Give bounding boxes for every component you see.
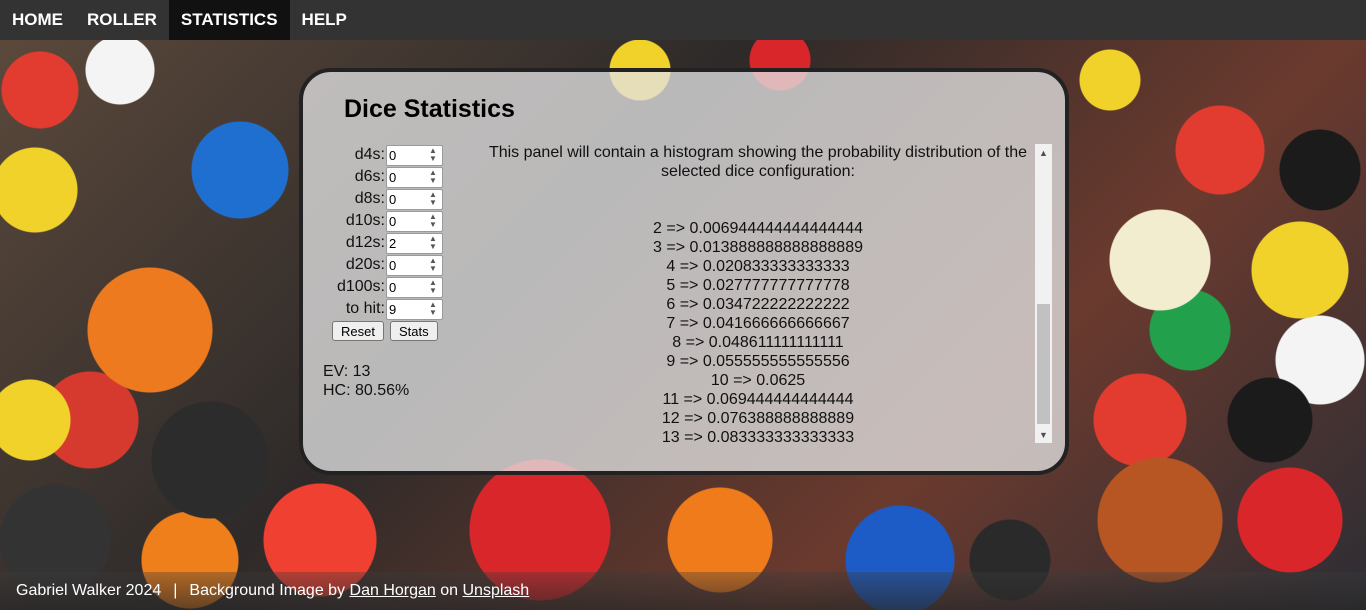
spinner-arrows-icon[interactable]: ▲ ▼ [426,213,440,230]
scroll-down-icon[interactable]: ▼ [1035,426,1052,443]
to-hit-stepper[interactable]: ▲▼ [386,298,443,320]
distribution-line: 2 => 0.006944444444444444 [653,220,863,237]
spinner-arrows-icon[interactable]: ▲ ▼ [426,235,440,252]
d10-row: d10s: ▲▼ [323,210,443,232]
distribution-line: 9 => 0.055555555555556 [666,353,850,370]
scrollbar-thumb[interactable] [1037,304,1050,424]
d4-stepper[interactable]: ▲▼ [386,144,443,166]
stats-summary: EV: 13 HC: 80.56% [323,362,409,400]
footer-bg-prefix: Background Image by [189,582,346,599]
d4-label: d4s: [354,146,385,163]
d8-label: d8s: [354,190,385,207]
d6-label: d6s: [354,168,385,185]
d4-input[interactable] [387,145,425,165]
spinner-arrows-icon[interactable]: ▲ ▼ [426,257,440,274]
d100-row: d100s: ▲▼ [323,276,443,298]
d12-input[interactable] [387,233,425,253]
author-link[interactable]: Dan Horgan [350,582,436,600]
d12-row: d12s: ▲▼ [323,232,443,254]
d6-stepper[interactable]: ▲▼ [386,166,443,188]
d6-row: d6s: ▲▼ [323,166,443,188]
distribution-line: 10 => 0.0625 [710,372,806,389]
nav-statistics[interactable]: STATISTICS [168,0,290,40]
reset-button[interactable]: Reset [332,321,384,341]
histogram-output[interactable]: This panel will contain a histogram show… [483,143,1033,443]
distribution-line: 4 => 0.020833333333333 [666,258,850,275]
unsplash-link[interactable]: Unsplash [463,582,530,600]
footer-on: on [440,582,459,599]
d8-input[interactable] [387,189,425,209]
d10-label: d10s: [345,212,385,229]
distribution-line: 11 => 0.069444444444444 [662,391,854,408]
nav-roller[interactable]: ROLLER [75,0,169,40]
d8-stepper[interactable]: ▲▼ [386,188,443,210]
d10-stepper[interactable]: ▲▼ [386,210,443,232]
stats-button[interactable]: Stats [389,321,438,341]
spinner-arrows-icon[interactable]: ▲ ▼ [426,279,440,296]
d10-input[interactable] [387,211,425,231]
footer-credit: Gabriel Walker 2024 [16,582,162,599]
ev-value: EV: 13 [323,363,371,380]
d12-stepper[interactable]: ▲▼ [386,232,443,254]
hc-value: HC: 80.56% [323,382,410,399]
d20-input[interactable] [387,255,425,275]
spinner-arrows-icon[interactable]: ▲ ▼ [426,169,440,186]
page-footer: Gabriel Walker 2024 | Background Image b… [0,572,1366,610]
scroll-up-icon[interactable]: ▲ [1035,144,1052,161]
distribution-line: 3 => 0.013888888888888889 [653,239,863,256]
d20-stepper[interactable]: ▲▼ [386,254,443,276]
nav-home[interactable]: HOME [0,0,75,40]
to-hit-row: to hit: ▲▼ [323,298,443,320]
d12-label: d12s: [345,234,385,251]
distribution-line: 12 => 0.076388888888889 [661,410,855,427]
nav-help[interactable]: HELP [290,0,359,40]
footer-separator: | [173,582,178,599]
spinner-arrows-icon[interactable]: ▲ ▼ [426,147,440,164]
d100-label: d100s: [336,278,385,295]
histogram-scrollbar[interactable]: ▲ ▼ [1035,144,1052,443]
action-buttons: Reset Stats [332,321,438,341]
distribution-line: 8 => 0.048611111111111 [672,334,844,351]
d20-row: d20s: ▲▼ [323,254,443,276]
d4-row: d4s: ▲▼ [323,144,443,166]
distribution-line: 13 => 0.083333333333333 [661,429,855,443]
d8-row: d8s: ▲▼ [323,188,443,210]
d100-stepper[interactable]: ▲▼ [386,276,443,298]
dice-inputs: d4s: ▲▼ d6s: ▲▼ d8s: ▲▼ d10s: ▲▼ [323,144,443,320]
d6-input[interactable] [387,167,425,187]
d100-input[interactable] [387,277,425,297]
spinner-arrows-icon[interactable]: ▲ ▼ [426,191,440,208]
distribution-line: 7 => 0.041666666666667 [666,315,850,332]
histogram-intro: This panel will contain a histogram show… [488,144,1028,180]
panel-title: Dice Statistics [344,95,515,123]
d20-label: d20s: [345,256,385,273]
to-hit-label: to hit: [345,300,385,317]
to-hit-input[interactable] [387,299,425,319]
distribution-line: 5 => 0.027777777777778 [666,277,850,294]
top-navbar: HOME ROLLER STATISTICS HELP [0,0,1366,40]
spinner-arrows-icon[interactable]: ▲ ▼ [426,301,440,318]
distribution-line: 6 => 0.034722222222222 [666,296,850,313]
dice-statistics-panel: Dice Statistics d4s: ▲▼ d6s: ▲▼ d8s: ▲▼ … [299,68,1069,475]
